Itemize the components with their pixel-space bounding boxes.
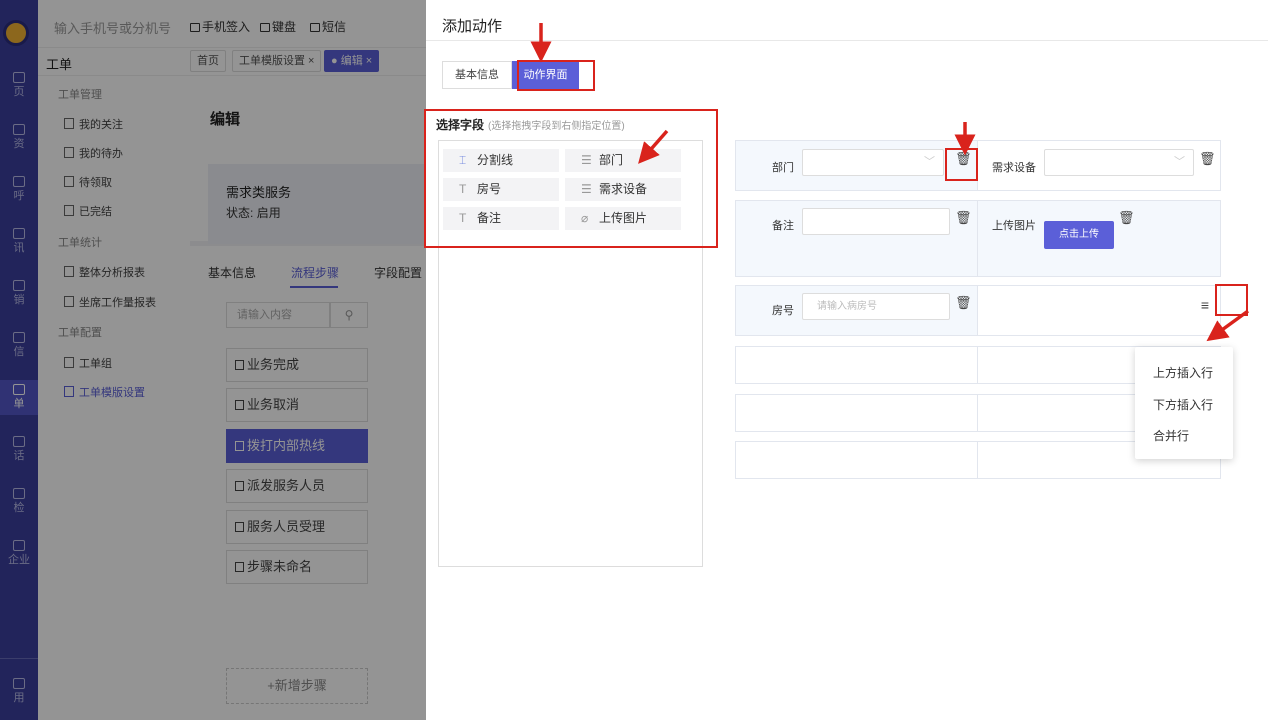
chevron-down-icon: ﹀ [924,156,935,168]
annotation-box [517,60,595,91]
form-cell[interactable]: 部门 ﹀ 🗑 [736,141,978,190]
menu-item-insert-above[interactable]: 上方插入行 [1153,364,1213,381]
form-cell[interactable]: 需求设备 ﹀ 🗑 [978,141,1220,190]
drawer-divider [426,40,1268,41]
remark-label: 备注 [772,220,794,232]
upload-label: 上传图片 [992,220,1036,232]
modal-overlay[interactable] [0,0,426,720]
trash-icon[interactable]: 🗑 [955,211,972,225]
menu-item-merge-row[interactable]: 合并行 [1153,427,1189,444]
form-cell[interactable] [736,395,978,431]
annotation-box [1215,284,1248,316]
form-cell[interactable]: ≡ [978,286,1220,335]
form-row[interactable]: 部门 ﹀ 🗑 需求设备 ﹀ 🗑 [735,140,1221,191]
trash-icon[interactable]: 🗑 [955,296,972,310]
room-input[interactable]: 请输入病房号 [802,293,950,320]
form-row[interactable]: 房号 请输入病房号 🗑 ≡ [735,285,1221,336]
annotation-box [424,109,718,248]
remark-input[interactable] [802,208,950,235]
form-cell[interactable] [736,347,978,383]
drawer-title: 添加动作 [442,18,503,35]
device-select[interactable]: ﹀ [1044,149,1194,176]
annotation-box [945,148,978,181]
form-row[interactable]: 备注 🗑 上传图片 点击上传 🗑 [735,200,1221,277]
form-cell[interactable]: 房号 请输入病房号 🗑 [736,286,978,335]
room-label: 房号 [772,305,794,317]
form-cell[interactable]: 备注 🗑 [736,201,978,276]
add-action-drawer: 添加动作 基本信息 动作界面 选择字段 (选择拖拽字段到右侧指定位置) ⌶ 分割线 … [426,0,1276,720]
chevron-down-icon: ﹀ [1174,156,1185,168]
menu-item-insert-below[interactable]: 下方插入行 [1153,396,1213,413]
row-context-menu: 上方插入行 下方插入行 合并行 [1135,347,1233,459]
dept-label: 部门 [772,162,794,174]
tab-basic-info[interactable]: 基本信息 [442,61,512,89]
menu-icon[interactable]: ≡ [1194,295,1216,315]
trash-icon[interactable]: 🗑 [1199,152,1216,166]
trash-icon[interactable]: 🗑 [1118,211,1135,225]
device-label: 需求设备 [992,162,1036,174]
form-cell[interactable]: 上传图片 点击上传 🗑 [978,201,1220,276]
form-cell[interactable] [736,442,978,478]
dept-select[interactable]: ﹀ [802,149,944,176]
upload-button[interactable]: 点击上传 [1044,221,1114,249]
